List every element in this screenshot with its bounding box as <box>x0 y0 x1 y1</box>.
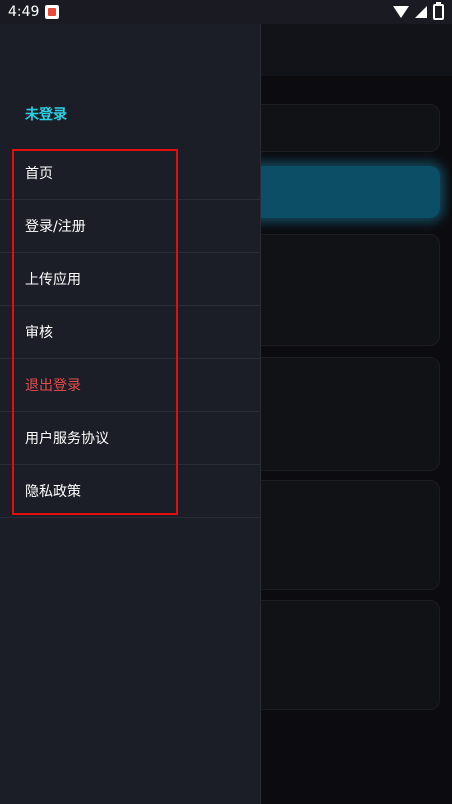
background-card <box>248 234 440 346</box>
background-card <box>248 600 440 710</box>
menu-item-login-register[interactable]: 登录/注册 <box>0 200 260 253</box>
menu-item-upload-app[interactable]: 上传应用 <box>0 253 260 306</box>
navigation-drawer: 未登录 首页 登录/注册 上传应用 审核 退出登录 用户服务协议 隐私政策 <box>0 24 261 804</box>
background-card <box>248 480 440 590</box>
menu-item-user-agreement[interactable]: 用户服务协议 <box>0 412 260 465</box>
menu-item-privacy-policy[interactable]: 隐私政策 <box>0 465 260 518</box>
background-card <box>248 357 440 471</box>
drawer-menu: 首页 登录/注册 上传应用 审核 退出登录 用户服务协议 隐私政策 <box>0 147 260 518</box>
background-banner <box>248 166 440 218</box>
cellular-signal-icon <box>415 6 427 18</box>
status-time: 4:49 <box>8 4 40 20</box>
menu-item-review[interactable]: 审核 <box>0 306 260 359</box>
login-status-label[interactable]: 未登录 <box>25 104 67 124</box>
status-left: 4:49 <box>8 4 60 20</box>
status-right <box>393 2 444 20</box>
app-notification-icon <box>45 5 60 19</box>
menu-item-home[interactable]: 首页 <box>0 147 260 200</box>
status-bar: 4:49 <box>0 0 452 24</box>
battery-icon <box>433 2 444 20</box>
wifi-icon <box>393 6 409 18</box>
menu-item-logout[interactable]: 退出登录 <box>0 359 260 412</box>
background-search-box <box>248 104 440 152</box>
